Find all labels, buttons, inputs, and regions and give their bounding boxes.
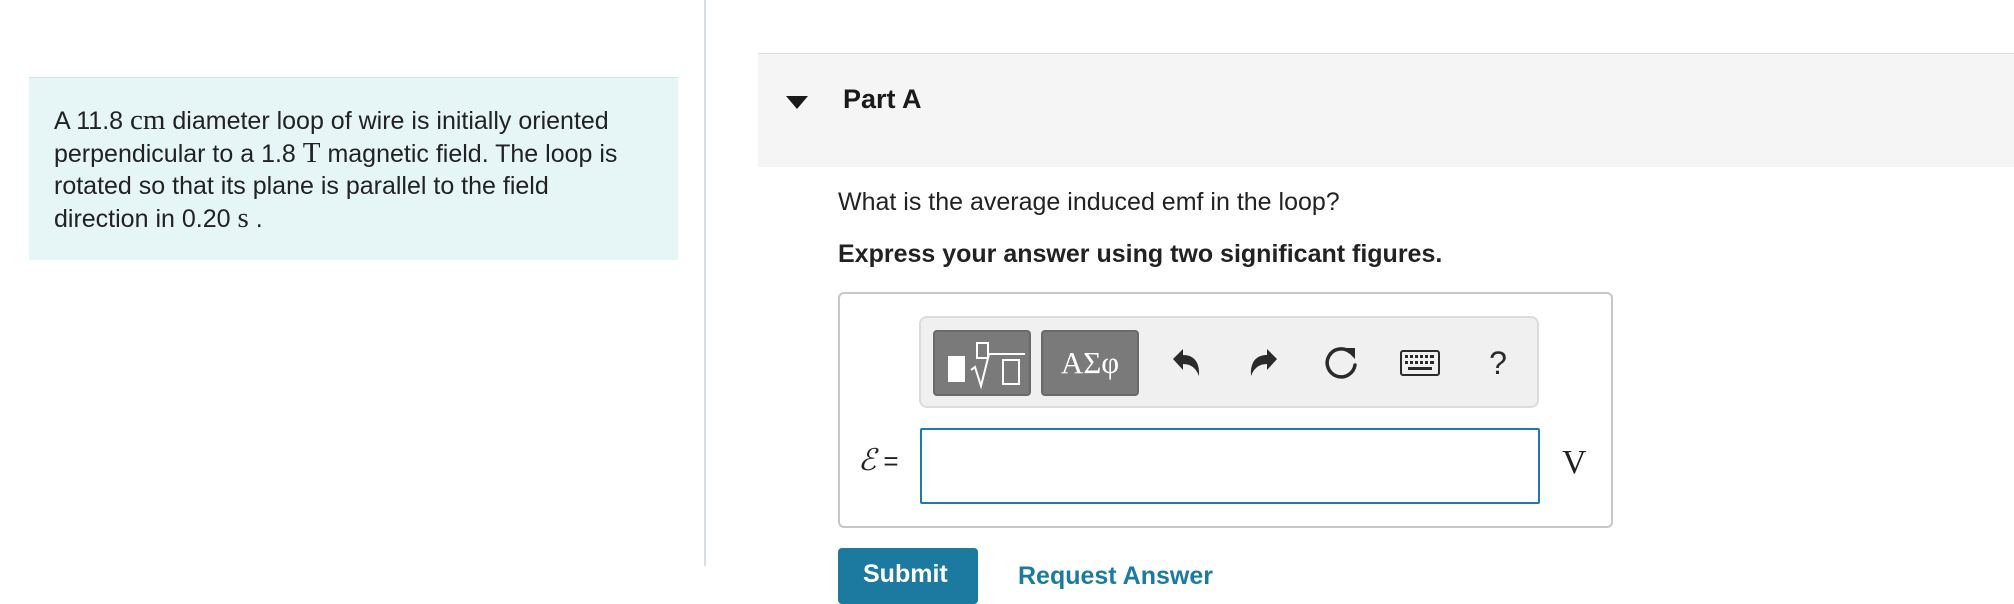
answer-input[interactable] [920, 428, 1540, 504]
math-toolbar: ΑΣφ ? [919, 316, 1539, 408]
instruction-text: Express your answer using two significan… [838, 240, 1443, 268]
keyboard-icon[interactable] [1393, 336, 1447, 390]
part-title: Part A [843, 84, 922, 114]
question-text: What is the average induced emf in the l… [838, 188, 1340, 216]
answer-variable-label: ℰ = [858, 442, 899, 478]
request-answer-link[interactable]: Request Answer [1018, 562, 1213, 591]
problem-text-1: A 11.8 [54, 107, 130, 135]
templates-icon [948, 356, 965, 382]
submit-button[interactable]: Submit [838, 548, 978, 604]
equals-sign: = [876, 446, 899, 476]
unit-cm: cm [130, 104, 166, 136]
reset-icon[interactable] [1315, 336, 1369, 390]
part-header[interactable]: Part A [758, 53, 2014, 167]
collapse-caret-icon[interactable] [786, 96, 808, 109]
redo-icon[interactable] [1237, 336, 1291, 390]
answer-unit: V [1562, 444, 1587, 481]
problem-text-4: . [248, 205, 263, 233]
emf-symbol: ℰ [858, 443, 877, 478]
sqrt-icon [970, 342, 1025, 390]
column-divider [704, 0, 706, 566]
unit-seconds: s [237, 202, 249, 234]
answer-box: ΑΣφ ? ℰ = V [838, 292, 1613, 528]
unit-tesla: T [302, 137, 321, 169]
problem-statement: A 11.8 cm diameter loop of wire is initi… [29, 77, 678, 260]
undo-icon[interactable] [1159, 336, 1213, 390]
help-icon[interactable]: ? [1471, 336, 1525, 390]
templates-button[interactable] [933, 330, 1031, 396]
greek-symbols-button[interactable]: ΑΣφ [1041, 330, 1139, 396]
